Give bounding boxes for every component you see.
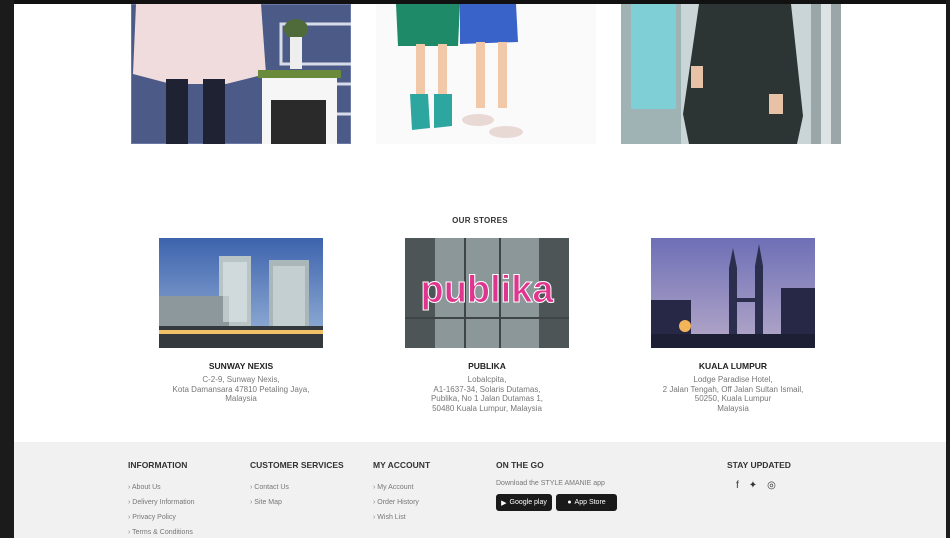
store-address: Lodge Paradise Hotel, 2 Jalan Tengah, Of… — [662, 375, 804, 413]
footer-heading: INFORMATION — [128, 460, 188, 470]
footer-on-the-go: ON THE GO Download the STYLE AMANIE app … — [496, 460, 617, 511]
store-name: PUBLIKA — [468, 361, 506, 371]
footer-heading: ON THE GO — [496, 460, 544, 470]
store-address: Lobalcpita, A1-1637-34, Solaris Dutamas,… — [430, 375, 544, 413]
apple-icon: ● — [567, 499, 572, 506]
product-image-kids-dresses[interactable] — [376, 4, 596, 144]
store-image-sunway-nexis[interactable] — [159, 238, 323, 348]
footer-link-site-map[interactable]: Site Map — [250, 495, 344, 510]
store-publika: publika PUBLIKA Lobalcpita, A1-1637-34, … — [387, 238, 587, 413]
footer-link-wish-list[interactable]: Wish List — [373, 510, 430, 525]
facebook-icon[interactable]: f — [736, 480, 739, 491]
store-sunway-nexis: SUNWAY NEXIS C-2-9, Sunway Nexis, Kota D… — [141, 238, 341, 404]
footer-link-delivery-information[interactable]: Delivery Information — [128, 495, 194, 510]
store-image-publika[interactable]: publika — [405, 238, 569, 348]
store-address: C-2-9, Sunway Nexis, Kota Damansara 4781… — [172, 375, 310, 403]
product-image-black-dress[interactable] — [621, 4, 841, 144]
app-store-button[interactable]: ● App Store — [556, 494, 617, 511]
store-image-kuala-lumpur[interactable] — [651, 238, 815, 348]
store-name: KUALA LUMPUR — [698, 361, 768, 371]
page-content: OUR STORES SUNWAY NEXIS C-2-9, Sunway Ne… — [14, 4, 946, 538]
product-image-blouse[interactable] — [131, 4, 351, 144]
app-download-text: Download the STYLE AMANIE app — [496, 480, 605, 487]
footer-link-terms-conditions[interactable]: Terms & Conditions — [128, 525, 195, 538]
site-footer: INFORMATION About Us Delivery Informatio… — [14, 442, 946, 538]
publika-sign-text: publika — [420, 269, 554, 311]
footer-link-contact-us[interactable]: Contact Us — [250, 480, 344, 495]
window-left-border — [0, 0, 14, 538]
footer-link-privacy-policy[interactable]: Privacy Policy — [128, 510, 195, 525]
instagram-icon[interactable]: ◎ — [767, 480, 776, 491]
twitter-icon[interactable]: ✦ — [749, 480, 757, 491]
store-kuala-lumpur: KUALA LUMPUR Lodge Paradise Hotel, 2 Jal… — [633, 238, 833, 413]
footer-heading: STAY UPDATED — [727, 460, 791, 470]
footer-link-about-us[interactable]: About Us — [128, 480, 195, 495]
footer-customer-services: CUSTOMER SERVICES Contact Us Site Map — [250, 460, 344, 510]
footer-link-my-account[interactable]: My Account — [373, 480, 430, 495]
window-right-border — [946, 0, 950, 538]
our-stores-heading: OUR STORES — [452, 216, 508, 225]
google-play-button[interactable]: ▶ Google play — [496, 494, 552, 511]
footer-stay-updated: STAY UPDATED f ✦ ◎ — [727, 460, 791, 491]
footer-link-order-history[interactable]: Order History — [373, 495, 430, 510]
store-name: SUNWAY NEXIS — [208, 361, 274, 371]
footer-heading: MY ACCOUNT — [373, 460, 431, 470]
google-play-label: Google play — [509, 499, 547, 506]
footer-heading: CUSTOMER SERVICES — [250, 460, 344, 470]
footer-my-account: MY ACCOUNT My Account Order History Wish… — [373, 460, 430, 525]
app-store-label: App Store — [574, 499, 606, 506]
play-store-icon: ▶ — [501, 499, 507, 507]
footer-information: INFORMATION About Us Delivery Informatio… — [128, 460, 195, 538]
